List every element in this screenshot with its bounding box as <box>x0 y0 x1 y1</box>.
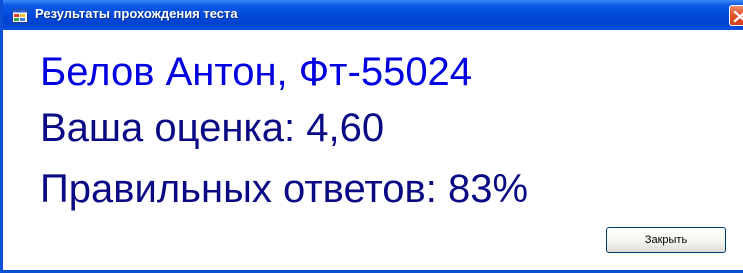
title-bar[interactable]: Результаты прохождения теста <box>3 0 743 30</box>
grade-label: Ваша оценка: 4,60 <box>40 106 385 150</box>
results-panel: Белов Антон, Фт-55024 Ваша оценка: 4,60 … <box>6 30 743 270</box>
correct-answers-label: Правильных ответов: 83% <box>40 167 529 211</box>
close-button[interactable]: Закрыть <box>606 227 726 253</box>
student-name: Белов Антон, Фт-55024 <box>40 50 473 94</box>
app-icon <box>12 9 28 23</box>
test-results-window: Результаты прохождения теста Белов Антон… <box>0 0 743 273</box>
window-title: Результаты прохождения теста <box>35 6 238 21</box>
close-icon[interactable] <box>729 5 743 26</box>
